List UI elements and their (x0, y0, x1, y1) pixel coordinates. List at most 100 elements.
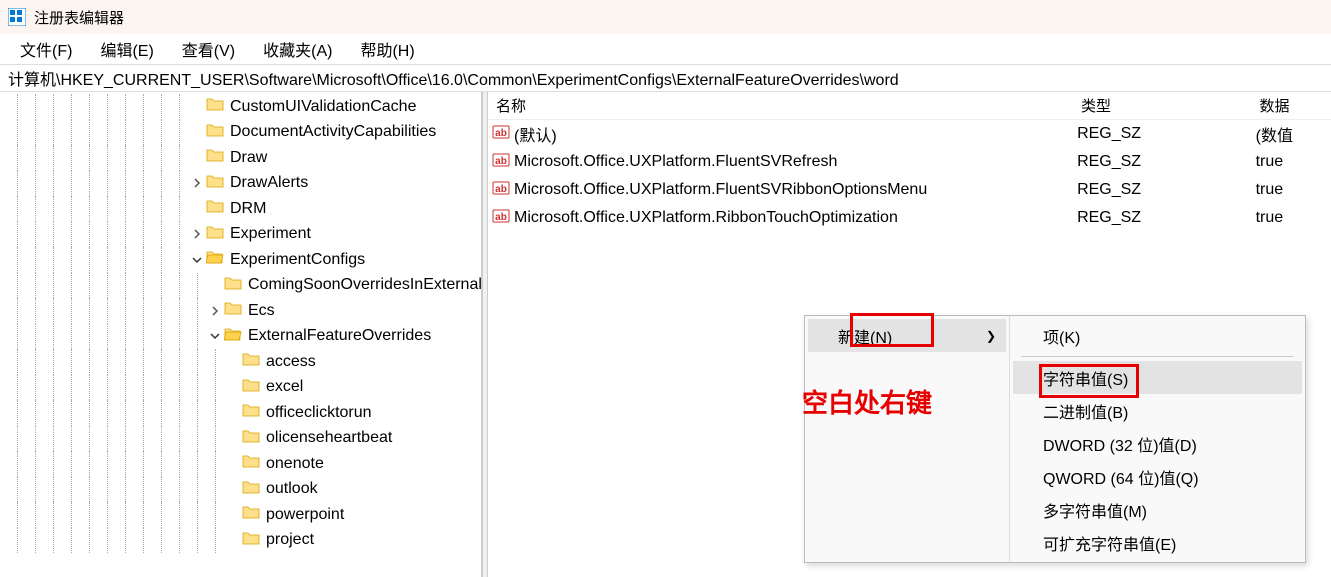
tree-item[interactable]: ExternalFeatureOverrides (0, 324, 481, 350)
value-type: REG_SZ (1073, 209, 1252, 227)
tree-item[interactable]: CustomUIValidationCache (0, 94, 481, 120)
chevron-icon[interactable] (188, 145, 206, 171)
value-name: (默认) (514, 122, 557, 146)
folder-icon (242, 401, 266, 424)
tree-item[interactable]: olicenseheartbeat (0, 426, 481, 452)
tree-item[interactable]: powerpoint (0, 502, 481, 528)
folder-icon (206, 223, 230, 246)
tree-item-label: ExternalFeatureOverrides (248, 327, 431, 345)
tree-item[interactable]: outlook (0, 477, 481, 503)
tree-item-label: Ecs (248, 302, 275, 320)
folder-icon (206, 121, 230, 144)
tree-item-label: ComingSoonOverridesInExternalFeatureOver… (248, 276, 482, 294)
context-menu-submenu-item-label: QWORD (64 位)值(Q) (1043, 465, 1199, 489)
tree-item[interactable]: onenote (0, 451, 481, 477)
chevron-icon[interactable] (224, 349, 242, 375)
tree-pane[interactable]: CustomUIValidationCache DocumentActivityC… (0, 92, 482, 577)
menu-help[interactable]: 帮助(H) (348, 34, 426, 64)
context-menu-submenu: 项(K) 字符串值(S) 二进制值(B)DWORD (32 位)值(D) QWORD … (1009, 316, 1305, 562)
tree-item-label: Experiment (230, 225, 311, 243)
values-header: 名称 类型 数据 (488, 92, 1331, 120)
context-menu-submenu-item[interactable]: QWORD (64 位)值(Q) (1013, 460, 1302, 493)
regedit-app-icon (8, 8, 26, 26)
context-menu-submenu-item[interactable]: 字符串值(S) (1013, 361, 1302, 394)
tree-item[interactable]: DRM (0, 196, 481, 222)
context-menu-submenu-item[interactable]: 多字符串值(M) (1013, 493, 1302, 526)
tree-item-label: DRM (230, 200, 266, 218)
context-menu-submenu-item[interactable]: DWORD (32 位)值(D) (1013, 427, 1302, 460)
folder-icon (206, 248, 230, 271)
tree-item[interactable]: access (0, 349, 481, 375)
value-row[interactable]: abMicrosoft.Office.UXPlatform.RibbonTouc… (488, 204, 1331, 232)
tree-item[interactable]: Experiment (0, 222, 481, 248)
value-type: REG_SZ (1073, 153, 1252, 171)
chevron-icon[interactable] (224, 426, 242, 452)
chevron-icon[interactable] (188, 196, 206, 222)
value-name: Microsoft.Office.UXPlatform.FluentSVRefr… (514, 153, 837, 171)
svg-text:ab: ab (495, 128, 507, 139)
col-header-name[interactable]: 名称 (488, 95, 1073, 116)
folder-icon (242, 529, 266, 552)
context-menu-submenu-item[interactable]: 二进制值(B) (1013, 394, 1302, 427)
tree-item[interactable]: project (0, 528, 481, 554)
folder-icon (206, 95, 230, 118)
chevron-icon[interactable] (224, 375, 242, 401)
folder-icon (224, 325, 248, 348)
chevron-icon[interactable] (224, 528, 242, 554)
value-row[interactable]: ab(默认)REG_SZ(数值 (488, 120, 1331, 148)
folder-icon (242, 478, 266, 501)
chevron-icon[interactable] (224, 502, 242, 528)
col-header-type[interactable]: 类型 (1073, 95, 1252, 116)
menu-view[interactable]: 查看(V) (170, 34, 247, 64)
tree-item[interactable]: DocumentActivityCapabilities (0, 120, 481, 146)
value-data: true (1252, 153, 1331, 171)
context-menu-item-new[interactable]: 新建(N) ❯ (808, 319, 1006, 352)
folder-icon (206, 146, 230, 169)
string-value-icon: ab (492, 207, 510, 230)
tree-item[interactable]: ExperimentConfigs (0, 247, 481, 273)
col-header-data[interactable]: 数据 (1252, 95, 1331, 116)
tree-item-label: CustomUIValidationCache (230, 98, 416, 116)
tree-item[interactable]: Draw (0, 145, 481, 171)
tree-item-label: outlook (266, 480, 318, 498)
folder-icon (206, 197, 230, 220)
chevron-icon[interactable] (224, 477, 242, 503)
menu-favorites[interactable]: 收藏夹(A) (251, 34, 344, 64)
menu-file[interactable]: 文件(F) (8, 34, 84, 64)
chevron-icon[interactable] (224, 451, 242, 477)
chevron-icon[interactable] (188, 222, 206, 248)
string-value-icon: ab (492, 179, 510, 202)
context-menu-submenu-item[interactable]: 项(K) (1013, 319, 1302, 352)
tree-item[interactable]: Ecs (0, 298, 481, 324)
chevron-icon[interactable] (206, 324, 224, 350)
address-text: 计算机\HKEY_CURRENT_USER\Software\Microsoft… (8, 66, 899, 90)
svg-text:ab: ab (495, 156, 507, 167)
tree-item-label: Draw (230, 149, 267, 167)
chevron-icon[interactable] (188, 247, 206, 273)
tree-item[interactable]: DrawAlerts (0, 171, 481, 197)
folder-icon (242, 427, 266, 450)
value-data: (数值 (1252, 122, 1331, 146)
context-menu-submenu-item[interactable]: 可扩充字符串值(E) (1013, 526, 1302, 559)
tree-item-label: excel (266, 378, 303, 396)
context-menu-submenu-item-label: 字符串值(S) (1043, 366, 1128, 390)
value-row[interactable]: abMicrosoft.Office.UXPlatform.FluentSVRi… (488, 176, 1331, 204)
chevron-icon[interactable] (188, 120, 206, 146)
tree-item[interactable]: officeclicktorun (0, 400, 481, 426)
chevron-icon[interactable] (188, 94, 206, 120)
tree-item[interactable]: excel (0, 375, 481, 401)
chevron-icon[interactable] (188, 171, 206, 197)
folder-icon (224, 274, 248, 297)
context-menu-main: 新建(N) ❯ (805, 316, 1009, 562)
menu-edit[interactable]: 编辑(E) (88, 34, 165, 64)
menu-bar: 文件(F) 编辑(E) 查看(V) 收藏夹(A) 帮助(H) (0, 34, 1331, 64)
value-type: REG_SZ (1073, 181, 1252, 199)
tree-item[interactable]: ComingSoonOverridesInExternalFeatureOver… (0, 273, 481, 299)
chevron-icon[interactable] (224, 400, 242, 426)
chevron-icon[interactable] (206, 273, 224, 299)
menu-separator (1021, 356, 1294, 357)
value-row[interactable]: ab Microsoft.Office.UXPlatform.FluentSVRe… (488, 148, 1331, 176)
address-bar[interactable]: 计算机\HKEY_CURRENT_USER\Software\Microsoft… (0, 64, 1331, 92)
chevron-icon[interactable] (206, 298, 224, 324)
tree-item-label: DocumentActivityCapabilities (230, 123, 436, 141)
